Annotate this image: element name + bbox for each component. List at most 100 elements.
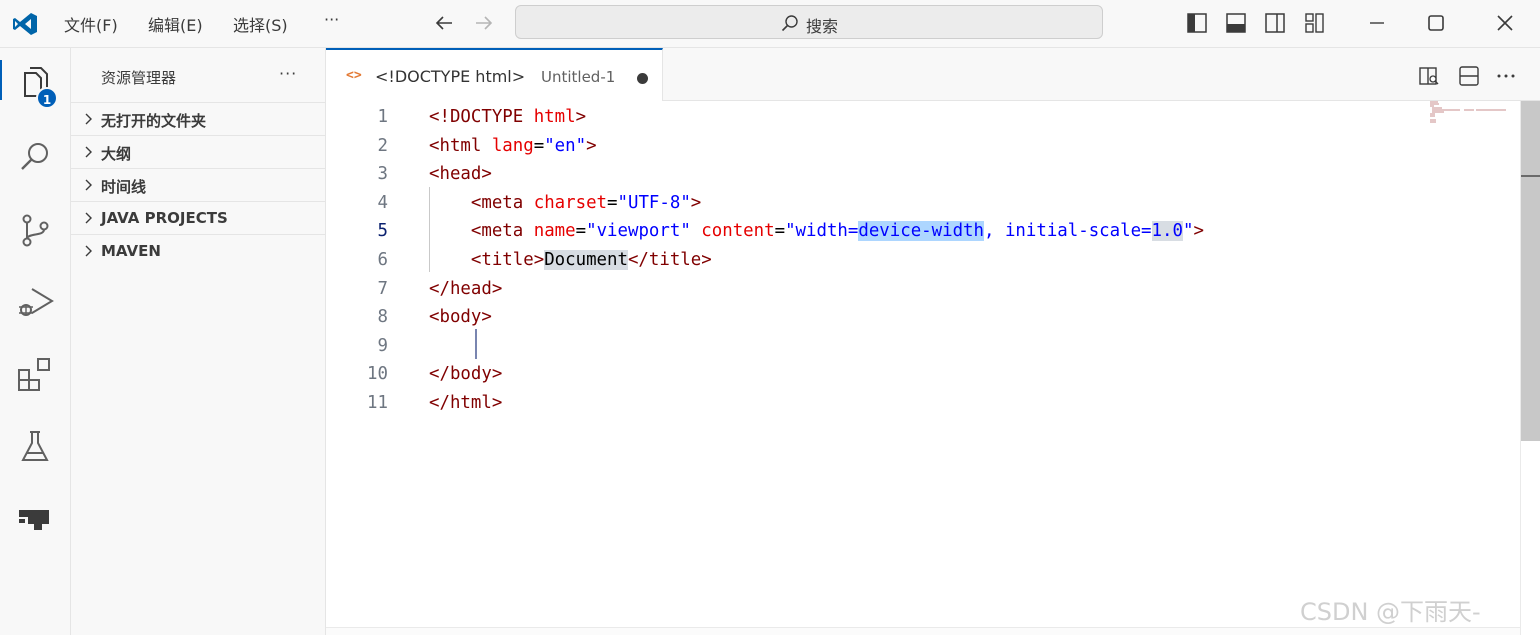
cursor-position-marker [1521,175,1540,177]
scrollbar-thumb[interactable] [1521,101,1540,441]
section-timeline[interactable]: 时间线 [71,168,325,201]
code-token: </head> [429,278,503,299]
code-line[interactable]: 2 <html lang="en"> [326,132,1516,160]
code-token: "en" [544,135,587,156]
title-bar: 文件(F) 编辑(E) 选择(S) ··· 搜索 [0,0,1540,48]
line-code: <meta charset="UTF-8"> [429,189,701,217]
section-java-projects[interactable]: JAVA PROJECTS [71,201,325,234]
code-token: "viewport" [586,221,691,242]
close-icon[interactable] [1494,12,1516,34]
unsaved-dot-icon[interactable] [637,73,648,84]
code-token: Document [544,250,628,270]
section-no-folder[interactable]: 无打开的文件夹 [71,102,325,135]
code-line[interactable]: 10 </body> [326,360,1516,388]
horizontal-scrollbar[interactable] [326,627,1520,635]
line-number: 2 [377,135,388,156]
code-token: > [690,192,702,213]
code-token: = [533,135,545,156]
line-code: <!DOCTYPE html> [429,103,586,131]
code-token: content [701,221,775,242]
code-token: html [533,107,576,127]
sidebar-more-actions[interactable]: ··· [279,64,297,83]
menu-selection[interactable]: 选择(S) [233,12,288,36]
line-number: 3 [377,164,388,185]
code-token: device-width [858,221,984,242]
vertical-scrollbar[interactable] [1520,101,1540,635]
code-token: </title> [627,250,712,270]
line-code: </head> [429,275,502,303]
line-code: <title>Document</title> [429,246,712,274]
code-token: </html> [429,393,503,413]
code-token: = [774,221,786,242]
minimize-icon[interactable] [1366,12,1388,34]
remote-explorer-icon[interactable] [16,500,54,538]
forward-arrow-icon[interactable] [472,11,496,35]
code-token: " [1182,221,1194,242]
line-code: <body> [429,303,492,331]
minimap[interactable] [1430,101,1510,131]
section-label: 大纲 [101,145,132,163]
line-number: 5 [377,221,388,242]
line-number: 10 [367,364,388,385]
command-center-label: 搜索 [806,17,839,36]
code-line[interactable]: 3 <head> [326,160,1516,188]
code-token: , initial-scale= [984,221,1152,242]
chevron-right-icon [85,146,92,158]
testing-icon[interactable] [16,428,54,466]
search-icon[interactable] [16,138,54,176]
code-line[interactable]: 6 <title>Document</title> [326,246,1516,274]
back-arrow-icon[interactable] [432,11,456,35]
code-line[interactable]: 9 [326,332,1516,360]
code-token: <head> [429,164,492,185]
code-token: charset [533,192,608,213]
split-editor-icon[interactable] [1458,65,1480,87]
toggle-primary-sidebar-icon[interactable] [1186,12,1208,34]
code-token: </body> [429,364,503,385]
code-line[interactable]: 11 </html> [326,389,1516,417]
section-outline[interactable]: 大纲 [71,135,325,168]
chevron-right-icon [85,245,92,257]
section-maven[interactable]: MAVEN [71,234,325,267]
tab-title: <!DOCTYPE html> [375,67,526,86]
run-debug-icon[interactable] [16,283,54,321]
menu-more[interactable]: ··· [324,10,339,29]
code-token: = [575,221,587,242]
tab-untitled-1[interactable]: <> <!DOCTYPE html> Untitled-1 [326,48,663,101]
code-token: > [1193,221,1204,242]
source-control-icon[interactable] [16,211,54,249]
customize-layout-icon[interactable] [1304,12,1326,34]
command-center-search[interactable]: 搜索 [515,5,1103,39]
active-view-indicator [0,60,2,100]
code-line[interactable]: 1 <!DOCTYPE html> [326,103,1516,131]
code-editor[interactable]: 1 <!DOCTYPE html> 2 <html lang="en"> 3 <head>… [326,101,1540,635]
sidebar-title: 资源管理器 [101,69,177,87]
code-line[interactable]: 7 </head> [326,275,1516,303]
code-line[interactable]: 4 <meta charset="UTF-8"> [326,189,1516,217]
explorer-badge: 1 [36,87,58,109]
code-token: > [586,135,597,156]
code-token: <body> [429,307,492,328]
code-token: name [533,221,576,242]
code-token: "UTF-8" [617,192,691,213]
maximize-icon[interactable] [1425,12,1447,34]
line-code: </body> [429,360,502,388]
toggle-secondary-sidebar-icon[interactable] [1264,12,1286,34]
menu-file[interactable]: 文件(F) [64,12,118,36]
watermark: CSDN @下雨天- [1300,598,1481,626]
line-number: 6 [377,250,388,270]
code-line[interactable]: 8 <body> [326,303,1516,331]
toggle-panel-icon[interactable] [1225,12,1247,34]
text-cursor [475,329,477,359]
open-preview-icon[interactable] [1418,65,1440,87]
extensions-icon[interactable] [16,356,54,394]
more-actions-icon[interactable] [1495,65,1517,87]
code-token: <meta [470,221,534,242]
vscode-logo-icon [13,13,37,35]
code-token: <meta [470,192,534,213]
code-line[interactable]: 5 <meta name="viewport" content="width=d… [326,217,1516,245]
menu-edit[interactable]: 编辑(E) [148,12,203,36]
